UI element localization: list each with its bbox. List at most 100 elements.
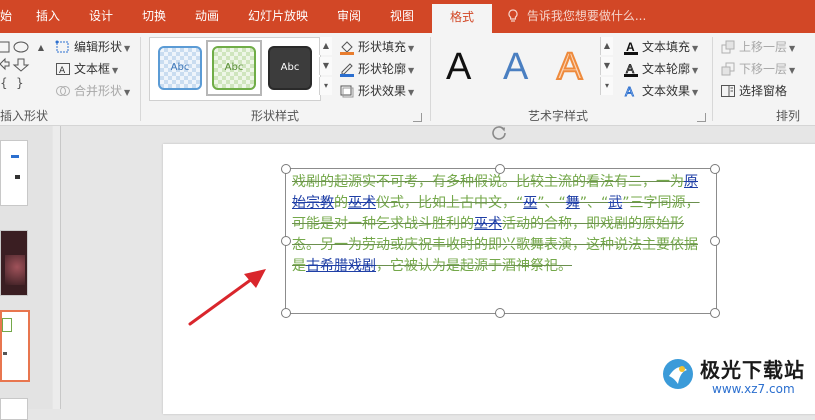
text-segment: 仪式，比如上古中文，“ [376,195,524,211]
wordart-scroll-down[interactable]: ▼ [600,57,613,75]
send-backward-button[interactable]: 下移一层 ▼ [720,59,795,79]
send-backward-icon [720,61,736,77]
shape-styles-more[interactable]: ▾ [319,77,332,95]
merge-shapes-icon [55,83,71,99]
resize-handle-bottom-right[interactable] [710,308,720,318]
selection-pane-button[interactable]: 选择窗格 [720,81,787,101]
slide-thumbnail-1[interactable] [0,140,28,206]
shape-style-swatch-blue[interactable]: Abc [158,46,202,90]
tab-home[interactable]: 始 [0,0,12,33]
text-segment: 戏剧的起源实不可考，有多种假说。比较主流的看法有二，一为 [292,174,684,190]
shape-effects-label: 形状效果 [358,84,407,98]
svg-text:A: A [625,84,634,99]
pen-outline-icon [339,61,355,77]
resize-handle-bottom-left[interactable] [281,308,291,318]
tab-transitions[interactable]: 切换 [142,0,166,33]
annotation-arrow-icon [180,262,270,332]
edit-shape-button[interactable]: 编辑形状 ▼ [55,37,130,57]
tab-insert[interactable]: 插入 [36,0,60,33]
ribbon-divider [140,37,141,121]
rotate-handle-icon[interactable] [490,124,508,142]
text-effects-label: 文本效果 [642,84,691,98]
edit-shape-label: 编辑形状 [74,40,123,54]
site-watermark: 极光下载站 www.xz7.com [660,354,815,404]
shape-styles-scroll-down[interactable]: ▼ [319,57,332,75]
tab-animations[interactable]: 动画 [195,0,219,33]
tab-format[interactable]: 格式 [432,4,492,33]
resize-handle-top-right[interactable] [710,164,720,174]
shapes-scroll-up[interactable]: ▲ [35,39,47,57]
tab-design[interactable]: 设计 [89,0,113,33]
panel-divider [60,126,61,409]
wordart-scroll-up[interactable]: ▲ [600,37,613,55]
wordart-group-label: 艺术字样式 [528,109,589,123]
shape-style-swatch-green[interactable]: Abc [212,46,256,90]
bring-forward-label: 上移一层 [739,40,788,54]
resize-handle-bottom[interactable] [495,308,505,318]
ribbon-divider [430,37,431,121]
text-box-label: 文本框 [74,62,111,76]
text-segment: ”、“ [537,195,566,211]
wordart-dialog-launcher[interactable] [697,113,706,122]
text-segment: ，它被认为是起源于酒神祭祀。 [376,258,572,274]
ribbon-tab-bar: 始 插入 设计 切换 动画 幻灯片放映 审阅 视图 格式 告诉我您想要做什么..… [0,0,815,33]
text-segment: 的 [334,195,348,211]
edit-shape-icon [55,39,71,55]
text-box-icon: A [55,61,71,77]
selection-pane-label: 选择窗格 [739,84,788,98]
text-fill-button[interactable]: A 文本填充 ▼ [623,37,698,57]
tell-me-placeholder: 告诉我您想要做什么... [526,9,647,23]
resize-handle-right[interactable] [710,236,720,246]
wordart-style-blue[interactable]: A [503,45,528,89]
shape-fill-button[interactable]: 形状填充 ▼ [339,37,414,57]
shape-styles-dialog-launcher[interactable] [413,113,422,122]
slide-thumbnail-2[interactable] [0,230,28,296]
hyperlink-wu-martial[interactable]: 武 [608,195,622,211]
slide-thumbnail-panel [0,126,52,420]
shape-outline-button[interactable]: 形状轮廓 ▼ [339,59,414,79]
text-outline-button[interactable]: A 文本轮廓 ▼ [623,59,698,79]
text-box-content[interactable]: 戏剧的起源实不可考，有多种假说。比较主流的看法有二，一为原始宗教的巫术仪式，比如… [292,172,706,277]
shape-outline-label: 形状轮廓 [358,62,407,76]
selection-pane-icon [720,83,736,99]
text-effects-icon: A [623,83,639,100]
text-outline-label: 文本轮廓 [642,62,691,76]
shape-styles-gallery: Abc Abc Abc [149,37,321,101]
slide-thumbnail-3-selected[interactable] [0,310,30,382]
text-fill-icon: A [623,39,639,55]
wordart-style-orange-outline[interactable]: A [556,45,583,89]
hyperlink-ancient-greek-drama[interactable]: 古希腊戏剧 [306,258,376,274]
shape-style-swatch-dark[interactable]: Abc [268,46,312,90]
hyperlink-witchcraft-2[interactable]: 巫术 [474,216,502,232]
thumbnail-scrollbar[interactable] [53,126,60,409]
slide-thumbnail-4[interactable] [0,398,28,420]
send-backward-label: 下移一层 [739,62,788,76]
bring-forward-button[interactable]: 上移一层 ▼ [720,37,795,57]
format-ribbon: { } ▲ 编辑形状 ▼ A 文本框 ▼ 合并形状 ▼ 插入形状 Abc Abc Abc… [0,33,815,126]
hyperlink-wu-shaman[interactable]: 巫 [523,195,537,211]
shape-effects-button[interactable]: 形状效果 ▼ [339,81,414,101]
tab-slideshow[interactable]: 幻灯片放映 [248,0,308,33]
resize-handle-left[interactable] [281,236,291,246]
wordart-style-black[interactable]: A [446,45,471,89]
wordart-more[interactable]: ▾ [600,77,613,95]
ribbon-divider [712,37,713,121]
svg-text:A: A [626,62,634,76]
hyperlink-wu-dance[interactable]: 舞 [566,195,580,211]
shape-effects-icon [339,83,355,99]
insert-shapes-group-label: 插入形状 [0,109,49,123]
tell-me-search[interactable]: 告诉我您想要做什么... [507,0,646,33]
svg-text:}: } [16,76,24,90]
tab-view[interactable]: 视图 [390,0,414,33]
tab-review[interactable]: 审阅 [337,0,361,33]
merge-shapes-button[interactable]: 合并形状 ▼ [55,81,130,101]
text-effects-button[interactable]: A 文本效果 ▼ [623,81,699,101]
text-box-button[interactable]: A 文本框 ▼ [55,59,118,79]
shape-styles-scroll-up[interactable]: ▲ [319,37,332,55]
shape-styles-group-label: 形状样式 [251,109,300,123]
watermark-url: www.xz7.com [712,382,795,396]
text-fill-label: 文本填充 [642,40,691,54]
hyperlink-witchcraft[interactable]: 巫术 [348,195,376,211]
resize-handle-top-left[interactable] [281,164,291,174]
text-outline-icon: A [623,61,639,77]
